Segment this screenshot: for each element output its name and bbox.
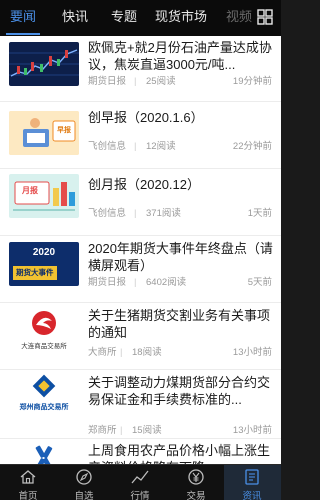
yen-icon: [188, 469, 204, 485]
meta-separator: |: [134, 141, 137, 152]
news-title: 欧佩克+就2月份石油产量达成协议，焦炭直逼3000元/吨...: [88, 40, 272, 72]
news-item[interactable]: 郑州商品交易所 关于调整动力煤期货部分合约交易保证金和手续费标准的... 郑商所…: [0, 371, 281, 439]
news-icon: [245, 469, 259, 485]
news-reads: 18阅读: [132, 347, 162, 358]
tab-topics[interactable]: 专题: [111, 0, 137, 36]
czce-logo-thumbnail: 郑州商品交易所: [9, 374, 79, 418]
news-item[interactable]: 2020 期货大事件 2020年期货大事件年终盘点（请横屏观看） 期货日报 | …: [0, 237, 281, 303]
meta-separator: |: [120, 425, 123, 436]
news-title: 2020年期货大事件年终盘点（请横屏观看）: [88, 241, 273, 273]
news-source: 郑商所: [88, 425, 117, 436]
grid-icon: [257, 9, 273, 25]
bottom-tab-watchlist[interactable]: 自选: [56, 465, 112, 500]
thumb-label: 月报: [22, 186, 38, 195]
news-source: 期货日报: [88, 277, 127, 288]
tab-flash[interactable]: 快讯: [62, 0, 88, 36]
meta-separator: |: [134, 277, 137, 288]
news-source: 期货日报: [88, 76, 127, 87]
trend-icon: [131, 470, 149, 484]
news-reads: 12阅读: [146, 141, 176, 152]
news-item[interactable]: 早报 创早报（2020.1.6） 飞创信息 | 12阅读 22分钟前: [0, 103, 281, 169]
news-time: 13小时前: [232, 425, 272, 436]
thumb-label: 大连商品交易所: [21, 343, 67, 350]
morning-report-thumbnail: 早报: [9, 111, 79, 155]
meta-separator: |: [134, 208, 137, 219]
news-title: 关于调整动力煤期货部分合约交易保证金和手续费标准的...: [88, 375, 271, 407]
bottom-tab-label: 自选: [74, 491, 94, 500]
news-time: 13小时前: [232, 347, 272, 358]
shfe-logo-icon: [9, 442, 79, 464]
news-source: 飞创信息: [88, 208, 127, 219]
news-time: 1天前: [247, 208, 272, 219]
bottom-tab-quotes[interactable]: 行情: [112, 465, 168, 500]
shfe-logo-thumbnail: [9, 442, 79, 464]
news-time: 19分钟前: [232, 76, 272, 87]
news-time: 5天前: [247, 277, 272, 288]
news-item[interactable]: 欧佩克+就2月份石油产量达成协议，焦炭直逼3000元/吨... 期货日报 | 2…: [0, 36, 281, 102]
bottom-tab-bar: 首页 自选 行情 交易 资讯: [0, 464, 281, 500]
bottom-tab-label: 交易: [186, 491, 206, 500]
bottom-tab-label: 首页: [18, 491, 38, 500]
news-item[interactable]: 月报 创月报（2020.12） 飞创信息 | 371阅读 1天前: [0, 170, 281, 236]
bottom-tab-news[interactable]: 资讯: [224, 465, 281, 500]
bottom-tab-home[interactable]: 首页: [0, 465, 56, 500]
tab-headlines[interactable]: 要闻: [10, 0, 36, 36]
thumb-caption: 期货大事件: [13, 266, 57, 280]
thumb-year: 2020: [32, 247, 56, 258]
chart-thumbnail: [9, 42, 79, 86]
thumb-label: 早报: [57, 127, 71, 134]
monthly-report-thumbnail: 月报: [9, 174, 79, 218]
news-list: 欧佩克+就2月份石油产量达成协议，焦炭直逼3000元/吨... 期货日报 | 2…: [0, 36, 281, 464]
news-title: 上周食用农产品价格小幅上涨生产资料价格略有下降: [88, 443, 271, 464]
home-icon: [20, 470, 36, 484]
bottom-tab-trade[interactable]: 交易: [168, 465, 224, 500]
news-title: 创早报（2020.1.6）: [88, 110, 204, 125]
news-reads: 25阅读: [146, 76, 176, 87]
news-reads: 371阅读: [146, 208, 181, 219]
news-item[interactable]: 上周食用农产品价格小幅上涨生产资料价格略有下降: [0, 440, 281, 464]
active-tab-indicator: [6, 33, 40, 35]
news-time: 22分钟前: [232, 141, 272, 152]
meta-separator: |: [120, 347, 123, 358]
news-item[interactable]: 大连商品交易所 关于生猪期货交割业务有关事项的通知 大商所 | 18阅读 13小…: [0, 304, 281, 370]
bottom-tab-label: 行情: [130, 491, 150, 500]
news-reads: 15阅读: [132, 425, 162, 436]
meta-separator: |: [134, 76, 137, 87]
category-grid-button[interactable]: [254, 6, 276, 28]
year-review-thumbnail: 2020 期货大事件: [9, 242, 79, 286]
dce-logo-thumbnail: 大连商品交易所: [9, 307, 79, 351]
tab-spot-market[interactable]: 现货市场: [155, 0, 207, 36]
news-source: 大商所: [88, 347, 117, 358]
compass-icon: [76, 469, 92, 485]
bottom-tab-label: 资讯: [242, 491, 262, 500]
news-reads: 6402阅读: [146, 277, 187, 288]
news-title: 创月报（2020.12）: [88, 177, 200, 192]
news-title: 关于生猪期货交割业务有关事项的通知: [88, 308, 271, 340]
thumb-label: 郑州商品交易所: [19, 404, 69, 411]
tab-video[interactable]: 视频: [226, 0, 252, 36]
top-tab-bar: 要闻 快讯 专题 现货市场 视频: [0, 0, 281, 36]
news-source: 飞创信息: [88, 141, 127, 152]
